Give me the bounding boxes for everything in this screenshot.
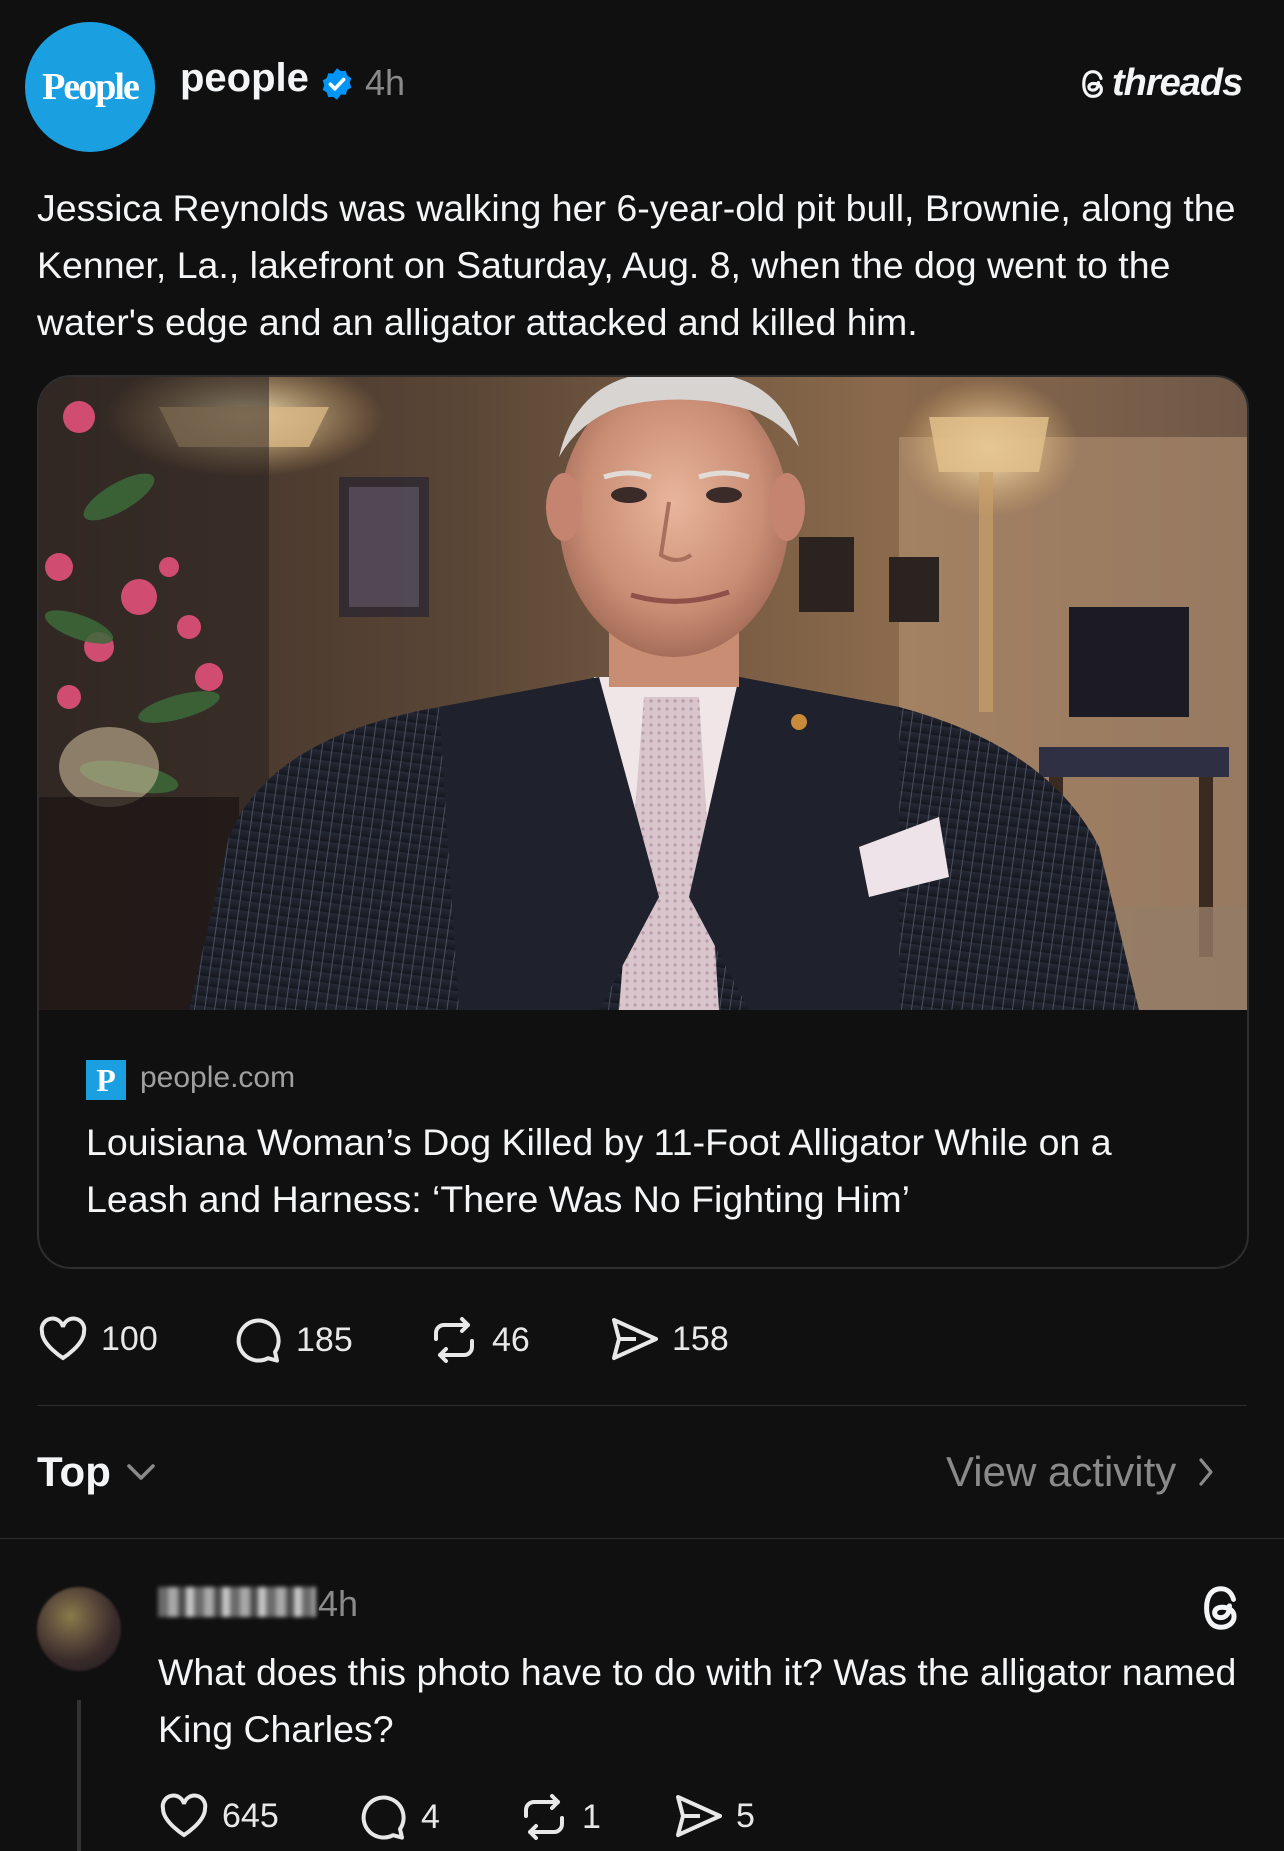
- comment-icon: [361, 1795, 406, 1840]
- post-username[interactable]: people: [180, 56, 309, 101]
- sort-label: Top: [37, 1448, 111, 1495]
- threads-logo-icon: [1204, 1586, 1237, 1630]
- view-activity-link[interactable]: View activity: [946, 1448, 1214, 1496]
- reply-reply-count: 4: [421, 1797, 440, 1836]
- reply-time: 4h: [318, 1583, 359, 1624]
- reply-count: 185: [296, 1320, 353, 1359]
- divider: [37, 1405, 1247, 1406]
- link-domain: people.com: [140, 1061, 296, 1094]
- reply-text: What does this photo have to do with it?…: [158, 1651, 1237, 1750]
- reply-button[interactable]: 185: [232, 1315, 353, 1365]
- send-icon: [612, 1318, 658, 1360]
- people-logo-text: People: [42, 66, 140, 108]
- share-count: 158: [672, 1319, 729, 1358]
- like-count: 100: [101, 1319, 158, 1358]
- people-avatar[interactable]: People: [25, 22, 155, 152]
- reply-share-button[interactable]: 5: [672, 1792, 755, 1840]
- view-activity-label: View activity: [946, 1448, 1177, 1495]
- threads-logo-icon: [1082, 69, 1103, 98]
- repost-button[interactable]: 46: [428, 1315, 530, 1365]
- thread-line: [77, 1700, 81, 1851]
- reply-repost-button[interactable]: 1: [518, 1792, 601, 1842]
- repost-icon: [524, 1794, 564, 1840]
- comment-icon: [236, 1318, 281, 1363]
- repost-count: 46: [492, 1320, 530, 1359]
- article-photo: [39, 377, 1247, 1010]
- like-button[interactable]: 100: [37, 1315, 158, 1363]
- post-time: 4h: [365, 62, 406, 103]
- link-title: Louisiana Woman’s Dog Killed by 11-Foot …: [86, 1121, 1112, 1220]
- site-favicon-icon: P: [86, 1060, 126, 1100]
- reply-username-redacted[interactable]: [158, 1587, 316, 1617]
- reply-reply-button[interactable]: 4: [357, 1792, 440, 1842]
- reply-like-count: 645: [222, 1796, 279, 1835]
- sort-dropdown[interactable]: Top: [37, 1448, 157, 1496]
- post-text: Jessica Reynolds was walking her 6-year-…: [37, 187, 1236, 343]
- verified-badge-icon: [322, 68, 352, 100]
- repost-icon: [434, 1317, 474, 1363]
- divider: [0, 1538, 1284, 1539]
- chevron-down-icon: [127, 1464, 155, 1480]
- chevron-right-icon: [1199, 1458, 1213, 1486]
- reply-avatar[interactable]: [37, 1587, 121, 1671]
- send-icon: [676, 1795, 722, 1837]
- link-preview-card[interactable]: P people.com Louisiana Woman’s Dog Kille…: [37, 375, 1249, 1269]
- reply-repost-count: 1: [582, 1797, 601, 1836]
- heart-icon: [160, 1793, 208, 1838]
- reply-like-button[interactable]: 645: [158, 1792, 279, 1840]
- reply-share-count: 5: [736, 1796, 755, 1835]
- heart-icon: [39, 1316, 87, 1361]
- share-button[interactable]: 158: [608, 1315, 729, 1363]
- threads-wordmark: threads: [1112, 62, 1243, 104]
- threads-brand: threads: [1078, 62, 1243, 105]
